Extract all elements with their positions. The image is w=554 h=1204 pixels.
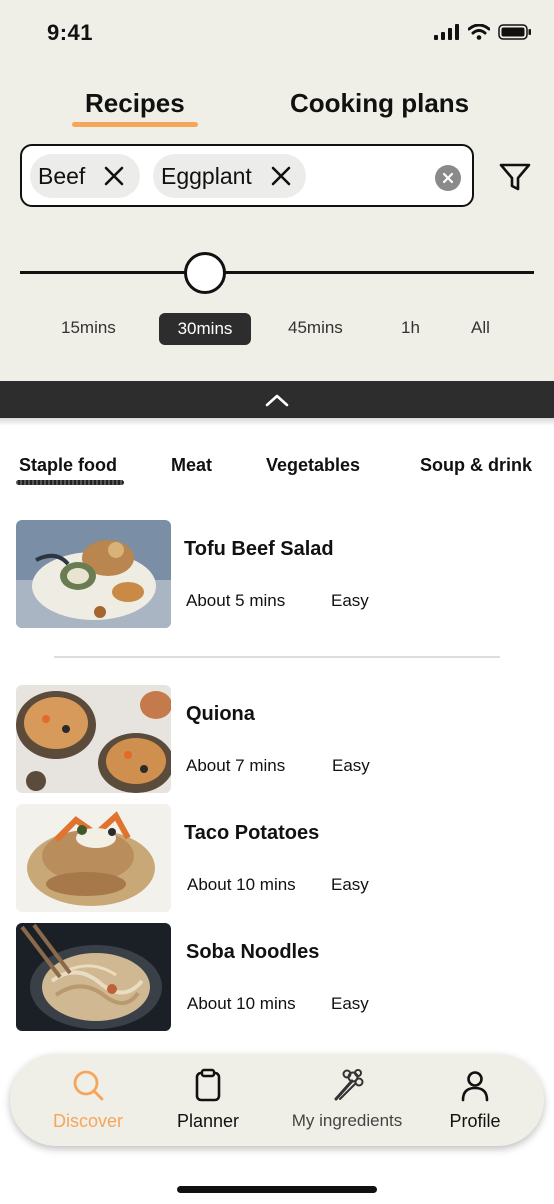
signal-icon [434, 24, 459, 40]
recipe-difficulty: Easy [331, 875, 369, 894]
time-slider-thumb[interactable] [184, 252, 227, 294]
recipe-time: About 5 mins [186, 591, 286, 610]
celery-icon [334, 1069, 364, 1101]
recipe-time: About 10 mins [187, 994, 296, 1013]
search-input[interactable]: Beef Eggplant [20, 144, 474, 207]
nav-label: My ingredients [291, 1111, 403, 1130]
recipe-title: Soba Noodles [186, 941, 320, 963]
tab-cooking-plans[interactable]: Cooking plans [290, 88, 469, 119]
recipe-photo [16, 685, 171, 793]
bottom-navigation: Discover Planner My ingredients Profile [10, 1054, 544, 1146]
time-option-15mins[interactable]: 15mins [61, 318, 116, 338]
recipe-title: Taco Potatoes [184, 822, 320, 844]
filter-icon[interactable] [498, 160, 532, 194]
search-icon [73, 1070, 104, 1101]
active-category-indicator [16, 480, 124, 485]
nav-label: Profile [449, 1111, 501, 1131]
recipe-photo [16, 520, 171, 628]
nav-my-ingredients[interactable]: My ingredients [282, 1054, 412, 1146]
person-icon [461, 1071, 489, 1102]
recipe-title: Tofu Beef Salad [184, 538, 334, 560]
time-slider-track[interactable] [20, 271, 534, 274]
recipe-difficulty: Easy [332, 756, 370, 775]
time-option-45mins[interactable]: 45mins [288, 318, 343, 338]
recipe-card[interactable]: Taco Potatoes About 10 mins Easy [16, 804, 536, 912]
nav-label: Planner [176, 1111, 240, 1131]
recipe-card[interactable]: Quiona About 7 mins Easy [16, 685, 536, 793]
active-tab-indicator [72, 122, 198, 127]
recipe-photo [16, 923, 171, 1031]
recipe-difficulty: Easy [331, 591, 369, 610]
time-option-1h[interactable]: 1h [401, 318, 420, 338]
time-option-all[interactable]: All [471, 318, 490, 338]
recipe-time: About 10 mins [187, 875, 296, 894]
chip-label: Beef [38, 162, 86, 189]
category-tab-meat[interactable]: Meat [171, 455, 212, 476]
panel-shadow [0, 418, 554, 426]
divider [54, 656, 500, 658]
battery-icon [498, 24, 531, 40]
chip-label: Eggplant [161, 162, 252, 189]
recipe-card[interactable]: Tofu Beef Salad About 5 mins Easy [16, 520, 536, 628]
clear-icon [442, 172, 454, 184]
category-tab-vegetables[interactable]: Vegetables [266, 455, 360, 476]
recipe-photo [16, 804, 171, 912]
wifi-icon [468, 24, 490, 40]
status-icons [434, 24, 532, 40]
tab-recipes[interactable]: Recipes [85, 88, 185, 119]
category-tab-staple-food[interactable]: Staple food [19, 455, 117, 476]
close-icon [271, 166, 291, 186]
nav-label: Discover [52, 1111, 123, 1131]
home-indicator[interactable] [177, 1186, 377, 1193]
clear-search-button[interactable] [435, 165, 461, 191]
category-tab-soup-drink[interactable]: Soup & drink [420, 455, 532, 476]
recipe-difficulty: Easy [331, 994, 369, 1013]
close-icon [105, 166, 124, 186]
nav-discover[interactable]: Discover [48, 1054, 128, 1146]
filter-chip-beef[interactable]: Beef [30, 154, 140, 198]
nav-profile[interactable]: Profile [440, 1054, 510, 1146]
collapse-panel-button[interactable] [0, 381, 554, 418]
status-time: 9:41 [47, 20, 94, 45]
time-option-30mins[interactable]: 30mins [159, 313, 251, 345]
nav-planner[interactable]: Planner [168, 1054, 248, 1146]
clipboard-icon [195, 1068, 221, 1102]
recipe-title: Quiona [186, 703, 255, 725]
recipe-time: About 7 mins [186, 756, 286, 775]
recipe-card[interactable]: Soba Noodles About 10 mins Easy [16, 923, 536, 1031]
remove-chip-button[interactable] [103, 165, 125, 187]
filter-chip-eggplant[interactable]: Eggplant [153, 154, 306, 198]
chevron-up-icon [265, 394, 289, 406]
remove-chip-button[interactable] [270, 165, 292, 187]
